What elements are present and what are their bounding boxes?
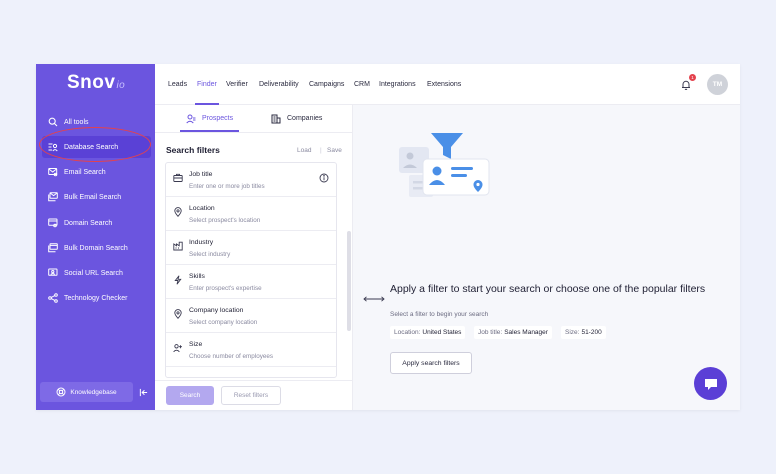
load-link[interactable]: Load xyxy=(297,147,311,154)
filter-label: Location xyxy=(189,205,215,212)
sidebar: Snovio All tools Database Search Email S… xyxy=(36,64,155,410)
collapse-sidebar-icon[interactable] xyxy=(137,386,149,398)
popular-filter-location[interactable]: Location: United States xyxy=(390,326,466,339)
database-search-icon xyxy=(48,142,58,152)
sidebar-item-domain-search[interactable]: Domain Search xyxy=(42,212,151,234)
tab-prospects[interactable]: Prospects xyxy=(179,105,240,132)
scrollbar[interactable] xyxy=(347,231,351,331)
chat-icon[interactable] xyxy=(694,367,727,400)
briefcase-icon xyxy=(173,170,183,182)
filter-label: Size xyxy=(189,341,203,348)
panel-footer: Search Reset filters xyxy=(155,380,353,410)
sidebar-item-label: Email Search xyxy=(64,168,106,176)
divider xyxy=(155,132,353,133)
popular-filter-job-title[interactable]: Job title: Sales Manager xyxy=(474,326,552,339)
tab-leads[interactable]: Leads xyxy=(168,64,187,105)
sidebar-item-label: All tools xyxy=(64,118,89,126)
tab-prospects-label: Prospects xyxy=(202,115,234,122)
apply-search-filters-button[interactable]: Apply search filters xyxy=(390,352,472,374)
sidebar-item-label: Database Search xyxy=(64,143,119,151)
building-icon xyxy=(271,114,281,124)
filter-hint: Enter one or more job titles xyxy=(189,183,265,190)
tab-companies[interactable]: Companies xyxy=(271,105,322,132)
filter-industry[interactable]: Industry Select industry xyxy=(166,231,336,265)
sidebar-item-database-search[interactable]: Database Search xyxy=(42,136,151,158)
tab-extensions[interactable]: Extensions xyxy=(427,64,461,105)
tab-finder[interactable]: Finder xyxy=(195,64,219,105)
sidebar-item-email-search[interactable]: Email Search xyxy=(42,161,151,183)
lifebuoy-icon xyxy=(56,387,66,397)
sidebar-item-bulk-email-search[interactable]: Bulk Email Search xyxy=(42,186,151,208)
top-nav: Leads Finder Verifier Deliverability Cam… xyxy=(155,64,740,105)
empty-state-title: Apply a filter to start your search or c… xyxy=(390,283,706,295)
filter-job-title[interactable]: Job title Enter one or more job titles xyxy=(166,163,336,197)
filter-size[interactable]: Size Choose number of employees xyxy=(166,333,336,367)
social-url-icon xyxy=(48,268,58,278)
filter-skills[interactable]: Skills Enter prospect's expertise xyxy=(166,265,336,299)
search-button[interactable]: Search xyxy=(166,386,214,405)
arrow-icon xyxy=(363,289,385,302)
search-icon xyxy=(48,117,58,127)
location-pin-icon xyxy=(173,306,183,319)
email-search-icon xyxy=(48,167,58,177)
tab-verifier[interactable]: Verifier xyxy=(226,64,248,105)
tab-integrations[interactable]: Integrations xyxy=(379,64,416,105)
avatar[interactable]: TM xyxy=(707,74,728,95)
tab-deliverability[interactable]: Deliverability xyxy=(259,64,299,105)
bulk-email-icon xyxy=(48,192,58,202)
tab-companies-label: Companies xyxy=(287,115,323,122)
factory-icon xyxy=(173,238,183,251)
filters-panel: Prospects Companies Search filters Load … xyxy=(155,105,353,410)
lightning-icon xyxy=(173,272,183,285)
domain-search-icon xyxy=(48,218,58,228)
filter-hint: Select industry xyxy=(189,251,231,258)
filter-hint: Select prospect's location xyxy=(189,217,261,224)
main-content: Apply a filter to start your search or c… xyxy=(353,105,740,410)
filter-label: Skills xyxy=(189,273,205,280)
filter-hint: Select company location xyxy=(189,319,258,326)
sidebar-item-label: Bulk Domain Search xyxy=(64,244,128,252)
sidebar-item-social-url-search[interactable]: Social URL Search xyxy=(42,262,151,284)
bulk-domain-icon xyxy=(48,243,58,253)
reset-filters-button[interactable]: Reset filters xyxy=(221,386,281,405)
sidebar-item-label: Social URL Search xyxy=(64,269,123,277)
snov-logo[interactable]: Snovio xyxy=(67,72,125,94)
share-icon xyxy=(48,293,58,303)
sidebar-item-technology-checker[interactable]: Technology Checker xyxy=(42,287,151,309)
sidebar-item-all-tools[interactable]: All tools xyxy=(42,111,151,133)
tab-crm[interactable]: CRM xyxy=(354,64,370,105)
sidebar-item-bulk-domain-search[interactable]: Bulk Domain Search xyxy=(42,237,151,259)
filter-list: Job title Enter one or more job titles L… xyxy=(165,162,337,378)
knowledgebase-button[interactable]: Knowledgebase xyxy=(40,382,133,402)
filter-hint: Enter prospect's expertise xyxy=(189,285,262,292)
filter-illustration xyxy=(395,129,495,209)
filter-label: Company location xyxy=(189,307,244,314)
save-link[interactable]: Save xyxy=(327,147,342,154)
filter-hint: Choose number of employees xyxy=(189,353,274,360)
filter-label: Industry xyxy=(189,239,214,246)
tab-campaigns[interactable]: Campaigns xyxy=(309,64,344,105)
separator: | xyxy=(320,147,322,154)
search-filters-title: Search filters xyxy=(166,145,220,155)
empty-state-subtitle: Select a filter to begin your search xyxy=(390,311,489,318)
popular-filter-size[interactable]: Size: 51-200 xyxy=(561,326,606,339)
filter-company-location[interactable]: Company location Select company location xyxy=(166,299,336,333)
filter-location[interactable]: Location Select prospect's location xyxy=(166,197,336,231)
sidebar-item-label: Domain Search xyxy=(64,219,113,227)
person-icon xyxy=(186,114,196,124)
people-icon xyxy=(173,340,183,353)
sidebar-item-label: Technology Checker xyxy=(64,294,128,302)
notification-badge: 1 xyxy=(689,74,696,81)
filter-label: Job title xyxy=(189,171,213,178)
location-pin-icon xyxy=(173,204,183,217)
sidebar-item-label: Bulk Email Search xyxy=(64,193,122,201)
knowledgebase-label: Knowledgebase xyxy=(70,388,117,396)
app-window: Snovio All tools Database Search Email S… xyxy=(36,64,740,410)
info-icon[interactable] xyxy=(319,170,329,183)
